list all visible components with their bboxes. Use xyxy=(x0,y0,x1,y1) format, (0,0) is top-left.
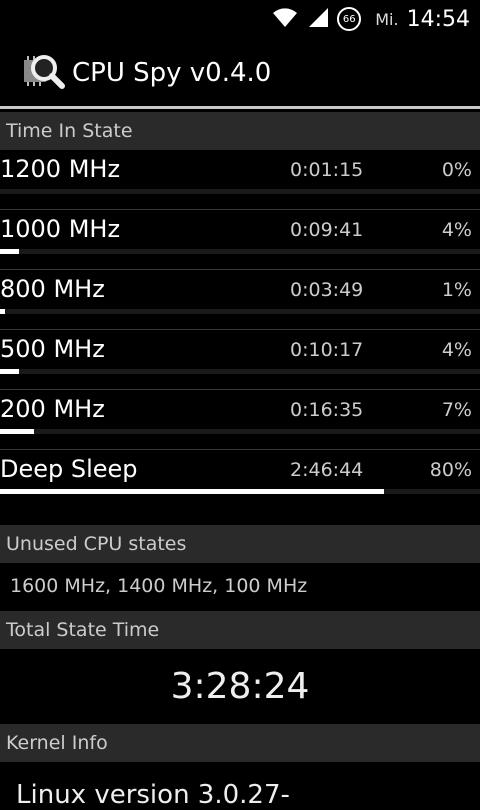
state-time: 0:10:17 xyxy=(290,339,364,361)
section-header-label: Kernel Info xyxy=(6,732,108,754)
section-header-label: Total State Time xyxy=(6,619,160,641)
total-state-time-header: Total State Time xyxy=(0,611,480,649)
state-percent: 1% xyxy=(441,279,472,301)
state-frequency: 1200 MHz xyxy=(0,155,121,183)
state-row: 200 MHz 0:16:35 7% xyxy=(0,390,480,450)
state-time: 0:16:35 xyxy=(290,399,364,421)
state-progress-fill xyxy=(0,249,19,254)
state-progress-track xyxy=(0,369,480,374)
section-header-label: Unused CPU states xyxy=(6,533,187,555)
state-frequency: 800 MHz xyxy=(0,275,105,303)
state-frequency: 200 MHz xyxy=(0,395,105,423)
state-time: 0:03:49 xyxy=(290,279,364,301)
state-progress-track xyxy=(0,489,480,494)
carrier-label: Mi. xyxy=(375,9,399,29)
state-progress-fill xyxy=(0,429,34,434)
unused-states-text: 1600 MHz, 1400 MHz, 100 MHz xyxy=(10,575,308,597)
state-time: 2:46:44 xyxy=(290,459,364,481)
state-percent: 80% xyxy=(429,459,472,481)
state-frequency: 500 MHz xyxy=(0,335,105,363)
state-progress-fill xyxy=(0,489,384,494)
state-row: 1000 MHz 0:09:41 4% xyxy=(0,210,480,270)
total-state-time-value: 3:28:24 xyxy=(170,666,310,707)
state-row: 800 MHz 0:03:49 1% xyxy=(0,270,480,330)
state-progress-fill xyxy=(0,309,5,314)
action-bar: CPU Spy v0.4.0 xyxy=(0,38,480,106)
state-row: 500 MHz 0:10:17 4% xyxy=(0,330,480,390)
state-progress-track xyxy=(0,189,480,194)
state-frequency: 1000 MHz xyxy=(0,215,121,243)
battery-icon: 66 xyxy=(337,7,362,31)
state-frequency: Deep Sleep xyxy=(0,455,138,483)
battery-level: 66 xyxy=(342,13,356,25)
section-header-label: Time In State xyxy=(6,120,133,142)
state-progress-track xyxy=(0,309,480,314)
state-time: 0:01:15 xyxy=(290,159,364,181)
app-title: CPU Spy v0.4.0 xyxy=(72,58,272,88)
kernel-info-header: Kernel Info xyxy=(0,724,480,762)
magnifier-chip-icon[interactable] xyxy=(22,52,66,96)
state-percent: 7% xyxy=(441,399,472,421)
state-percent: 4% xyxy=(441,339,472,361)
signal-icon xyxy=(307,6,329,32)
kernel-info-text: Linux version 3.0.27- xyxy=(16,780,290,810)
state-progress-track xyxy=(0,429,480,434)
state-time: 0:09:41 xyxy=(290,219,364,241)
state-row: 1200 MHz 0:01:15 0% xyxy=(0,150,480,210)
time-in-state-header: Time In State xyxy=(0,112,480,150)
state-percent: 4% xyxy=(441,219,472,241)
status-bar: 66 Mi. 14:54 xyxy=(0,0,480,38)
wifi-icon xyxy=(271,6,299,32)
state-progress-track xyxy=(0,249,480,254)
unused-states-header: Unused CPU states xyxy=(0,525,480,563)
status-clock: 14:54 xyxy=(406,6,470,32)
action-bar-divider xyxy=(0,106,480,109)
state-progress-fill xyxy=(0,369,19,374)
state-row: Deep Sleep 2:46:44 80% xyxy=(0,450,480,510)
state-percent: 0% xyxy=(441,159,472,181)
